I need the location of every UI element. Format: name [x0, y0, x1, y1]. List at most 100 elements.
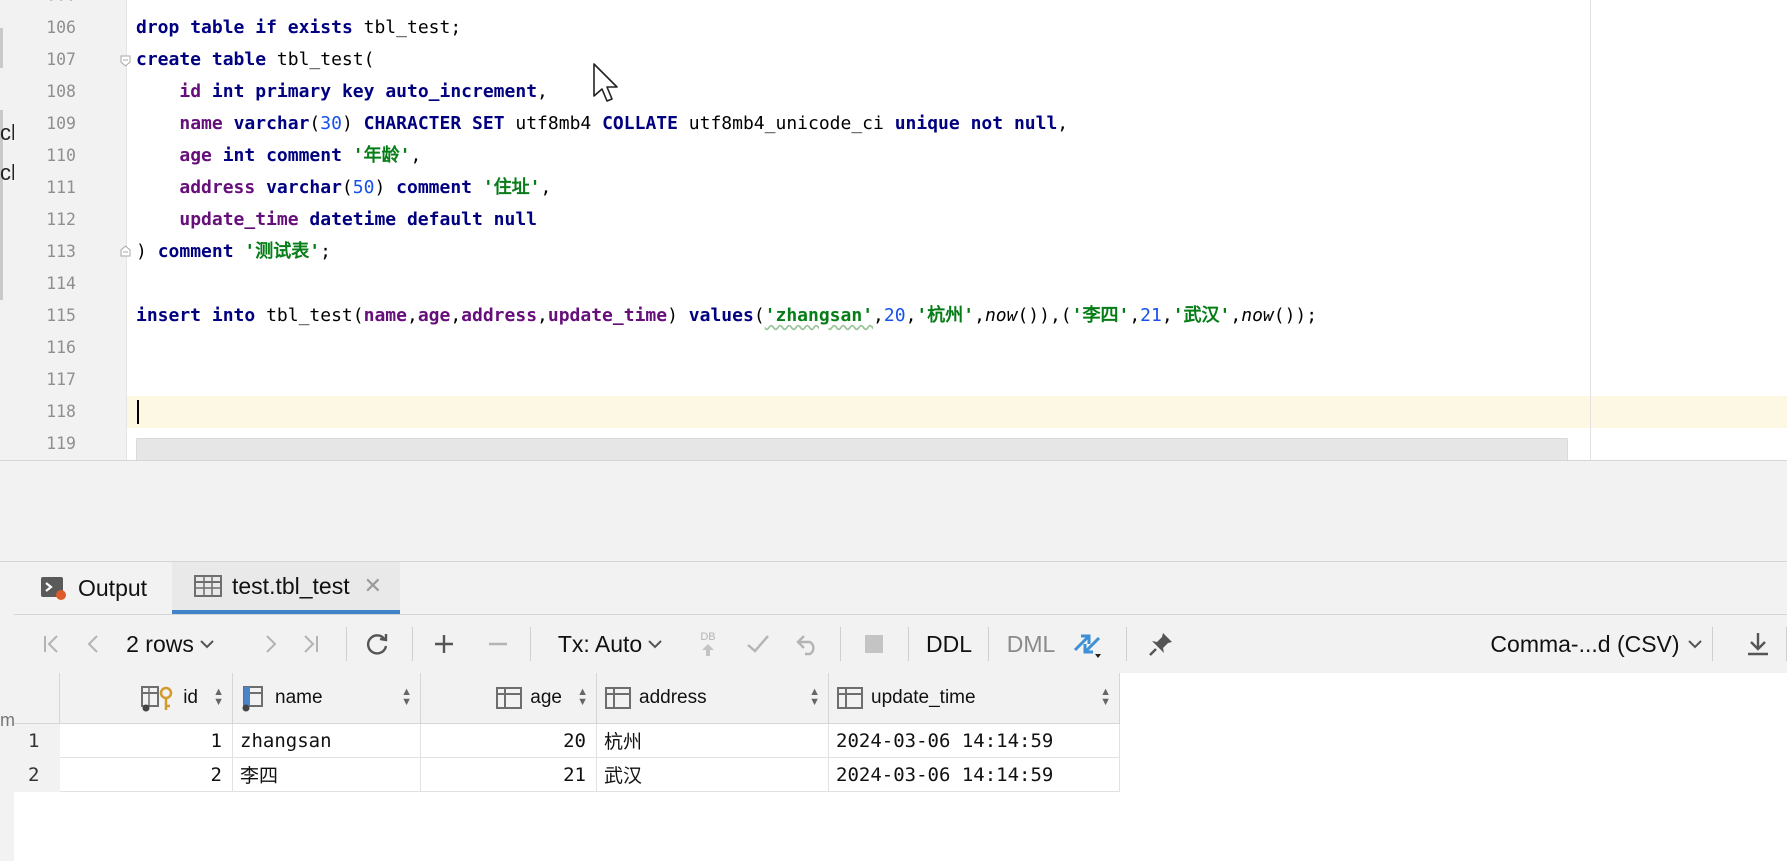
- code-text: (: [341, 177, 353, 198]
- refresh-button[interactable]: [356, 615, 398, 673]
- horizontal-scrollbar[interactable]: [136, 438, 1568, 460]
- last-page-button[interactable]: [290, 615, 330, 673]
- row-number[interactable]: 2: [14, 758, 60, 792]
- column-header-label: name: [275, 687, 323, 708]
- grid-header: id ▲ ▼ name ▲ ▼ age ▲ ▼ address ▲ ▼ upda…: [14, 673, 1120, 724]
- keyword: unique: [894, 113, 960, 134]
- tab-test-tbl-test[interactable]: test.tbl_test ✕: [172, 562, 400, 614]
- code-line-110[interactable]: age int comment '年龄',: [136, 140, 421, 172]
- rollback-button[interactable]: [788, 615, 828, 673]
- column-header-name[interactable]: name ▲ ▼: [233, 673, 421, 723]
- sort-icon[interactable]: ▲ ▼: [401, 687, 412, 708]
- sort-icon[interactable]: ▲ ▼: [577, 687, 588, 708]
- line-number: 109: [46, 114, 76, 133]
- column-header-label: age: [530, 687, 562, 708]
- row-number-header: [14, 673, 60, 723]
- pin-tab-button[interactable]: [1140, 615, 1182, 673]
- keyword: varchar: [266, 177, 342, 198]
- check-icon: [747, 635, 769, 653]
- text-caret: [137, 400, 139, 424]
- commit-button[interactable]: [738, 615, 778, 673]
- line-number-gutter[interactable]: ··· 106 107 108 109 110 111 112 113 114 …: [14, 0, 131, 460]
- line-number: 112: [46, 210, 76, 229]
- table-cell-age[interactable]: 20: [421, 724, 597, 758]
- download-icon: [1748, 633, 1768, 656]
- panel-splitter[interactable]: [0, 460, 1787, 509]
- minus-icon: [489, 642, 507, 646]
- add-row-button[interactable]: [424, 615, 464, 673]
- tab-output[interactable]: Output: [40, 562, 180, 614]
- code-text: tbl_test(: [255, 305, 364, 326]
- code-line-106[interactable]: drop table if exists tbl_test;: [136, 12, 461, 44]
- chevron-right-icon: [266, 635, 277, 653]
- column-header-id[interactable]: id ▲ ▼: [60, 673, 233, 723]
- next-page-button[interactable]: [252, 615, 288, 673]
- sort-icon[interactable]: ▲ ▼: [1100, 687, 1111, 708]
- code-line-109[interactable]: name varchar(30) CHARACTER SET utf8mb4 C…: [136, 108, 1068, 140]
- column-header-update-time[interactable]: update_time ▲ ▼: [829, 673, 1120, 723]
- keyword: comment: [396, 177, 472, 198]
- keyword: comment: [157, 241, 234, 262]
- results-grid[interactable]: id ▲ ▼ name ▲ ▼ age ▲ ▼ address ▲ ▼ upda…: [14, 673, 1787, 861]
- export-format-dropdown[interactable]: Comma-...d (CSV): [1476, 615, 1716, 673]
- code-line-111[interactable]: address varchar(50) comment '住址',: [136, 172, 551, 204]
- keyword: key: [341, 81, 375, 102]
- column-header-age[interactable]: age ▲ ▼: [421, 673, 597, 723]
- fold-close-icon[interactable]: [120, 245, 131, 257]
- code-line-113[interactable]: ) comment '测试表';: [136, 236, 331, 268]
- table-cell-age[interactable]: 21: [421, 758, 597, 792]
- line-number: 117: [46, 370, 76, 389]
- string-literal: 'zhangsan': [764, 305, 874, 326]
- string-literal: '住址': [482, 177, 541, 198]
- sort-icon[interactable]: ▲ ▼: [213, 687, 224, 708]
- line-number: 113: [46, 242, 76, 261]
- table-cell-id[interactable]: 2: [60, 758, 233, 792]
- close-icon[interactable]: ✕: [364, 573, 382, 599]
- column-icon: [837, 686, 863, 710]
- export-format-label: Comma-...d (CSV): [1490, 630, 1680, 657]
- compare-arrows-icon: [1073, 634, 1101, 658]
- first-page-button[interactable]: [32, 615, 72, 673]
- code-line-107[interactable]: create table tbl_test(: [136, 44, 374, 76]
- code-line-108[interactable]: id int primary key auto_increment,: [136, 76, 548, 108]
- keyword: int: [211, 81, 245, 102]
- transaction-mode-dropdown[interactable]: Tx: Auto: [550, 615, 670, 673]
- table-cell-address[interactable]: 武汉: [597, 758, 829, 792]
- row-number[interactable]: 1: [14, 724, 60, 758]
- sort-icon[interactable]: ▲ ▼: [809, 687, 820, 708]
- submit-changes-button[interactable]: DB: [688, 615, 728, 673]
- keyword: datetime: [309, 209, 397, 230]
- fold-open-icon[interactable]: [120, 55, 131, 67]
- column-icon: [496, 686, 523, 710]
- table-cell-update-time[interactable]: 2024-03-06 14:14:59: [829, 758, 1120, 792]
- code-text: ,: [1057, 113, 1069, 134]
- table-cell-update-time[interactable]: 2024-03-06 14:14:59: [829, 724, 1120, 758]
- code-text: ()),(: [1017, 305, 1072, 326]
- code-text: ,: [410, 145, 422, 166]
- table-cell-id[interactable]: 1: [60, 724, 233, 758]
- number-literal: 50: [352, 177, 375, 198]
- column-name: id: [179, 81, 202, 102]
- compare-button[interactable]: [1066, 615, 1110, 673]
- code-line-115[interactable]: insert into tbl_test(name,age,address,up…: [136, 300, 1317, 332]
- previous-page-button[interactable]: [76, 615, 112, 673]
- table-cell-name[interactable]: zhangsan: [233, 724, 421, 758]
- sql-editor[interactable]: ··· 106 107 108 109 110 111 112 113 114 …: [14, 0, 1787, 460]
- keyword: auto_increment: [385, 81, 538, 102]
- page-size-dropdown[interactable]: 2 rows: [118, 615, 222, 673]
- refresh-icon: [366, 634, 388, 655]
- ddl-button[interactable]: DDL: [920, 615, 978, 673]
- keyword: insert: [136, 305, 202, 326]
- toolbar-separator: [530, 627, 531, 661]
- chevron-down-icon: [200, 640, 214, 649]
- table-cell-address[interactable]: 杭州: [597, 724, 829, 758]
- delete-row-button[interactable]: [478, 615, 518, 673]
- code-line-112[interactable]: update_time datetime default null: [136, 204, 537, 236]
- table-cell-name[interactable]: 李四: [233, 758, 421, 792]
- keyword: if: [255, 17, 277, 38]
- dml-button[interactable]: DML: [1002, 615, 1060, 673]
- download-button[interactable]: [1738, 615, 1778, 673]
- line-number: 114: [46, 274, 76, 293]
- column-header-address[interactable]: address ▲ ▼: [597, 673, 829, 723]
- stop-button[interactable]: [854, 615, 894, 673]
